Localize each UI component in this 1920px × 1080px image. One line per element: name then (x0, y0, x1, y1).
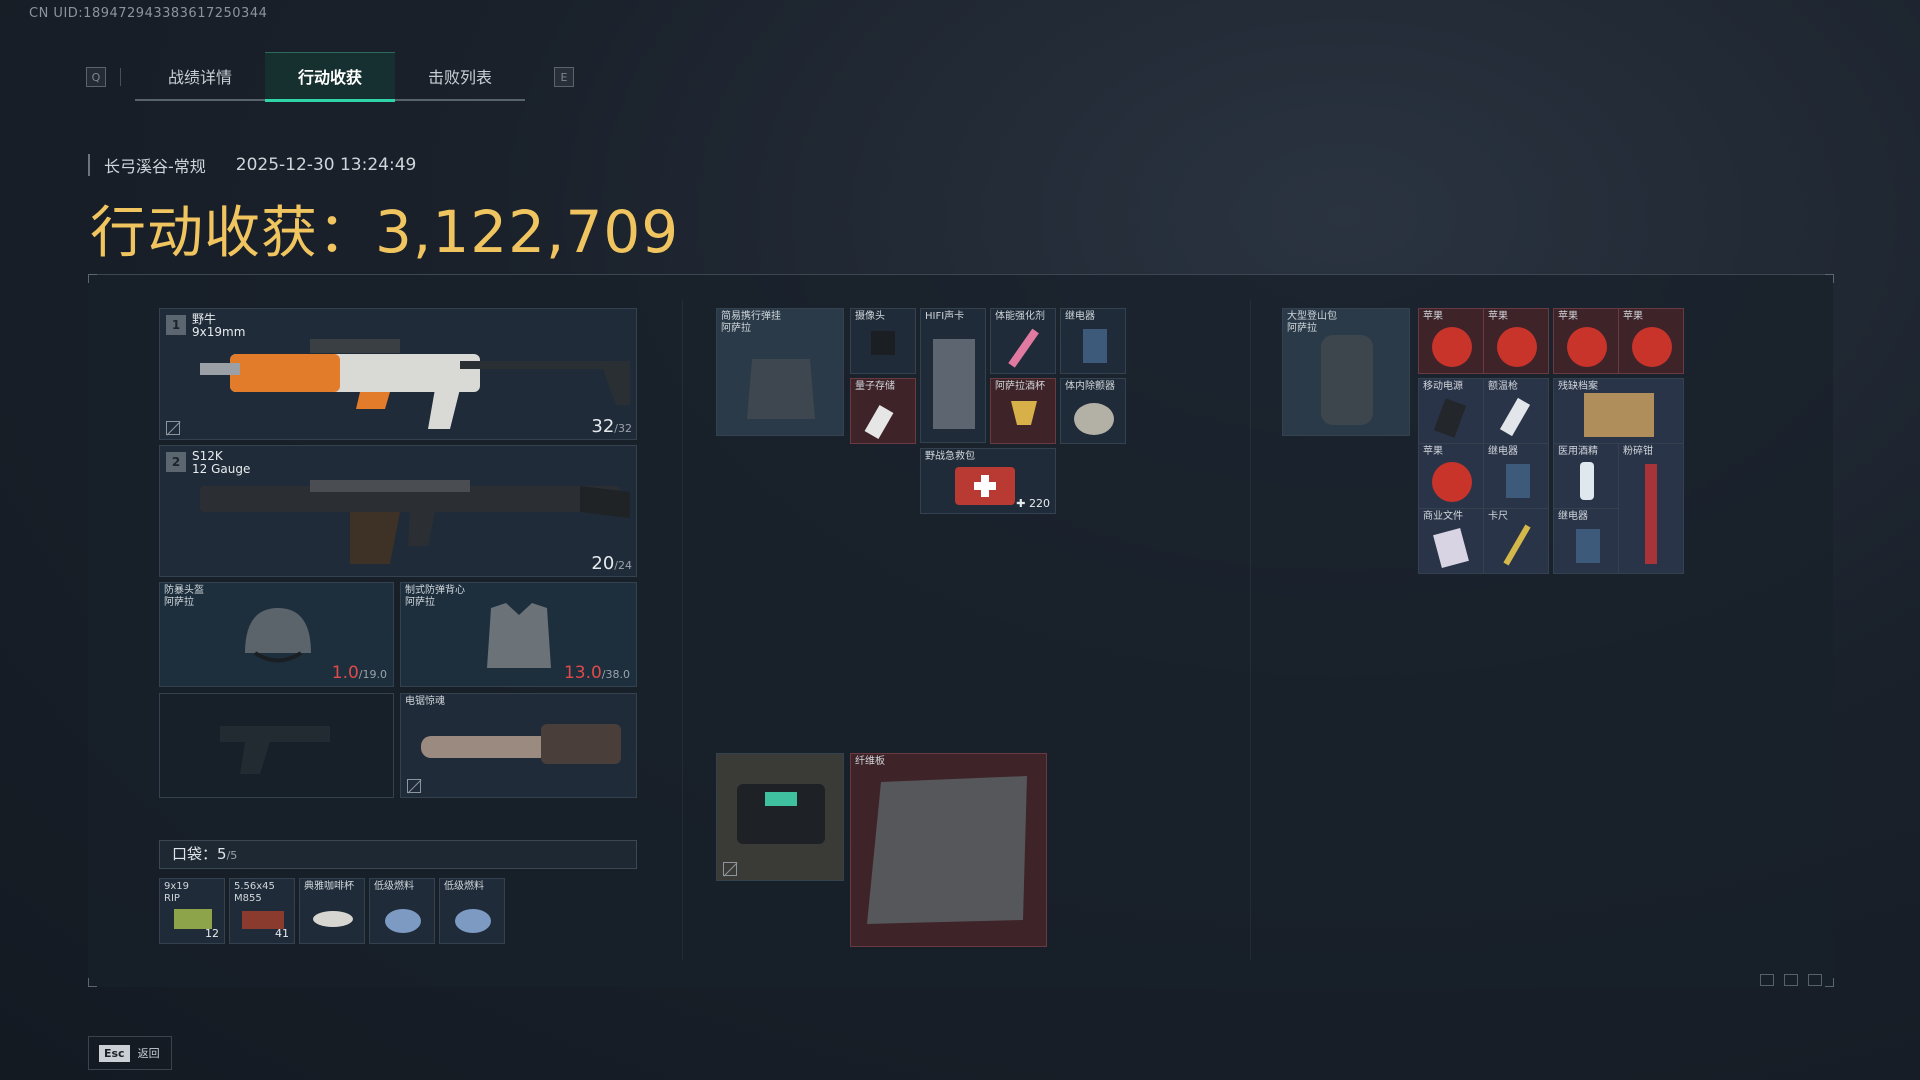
chainsaw-icon (421, 724, 621, 764)
rig-slot[interactable]: 简易携行弹挂 阿萨拉 (716, 308, 844, 436)
secure-item[interactable]: 纤维板 (850, 753, 1047, 947)
total-value: 行动收获：3,122,709 (90, 188, 679, 269)
armor-durability: 13.0/38.0 (563, 663, 630, 683)
backpack-item[interactable]: 移动电源 (1418, 378, 1484, 444)
sound-card-icon (933, 339, 975, 429)
rig-item[interactable]: 量子存储 (850, 378, 916, 444)
business-file-icon (1433, 527, 1469, 569)
esc-key: Esc (99, 1044, 130, 1062)
tab-bar: Q 战绩详情 行动收获 击败列表 E (86, 52, 574, 102)
item-count: ✚ 220 (1016, 497, 1050, 510)
storage-drive-icon (864, 405, 894, 439)
backpack-item[interactable]: 卡尺 (1483, 508, 1549, 574)
helmet-slot[interactable]: 防暴头盔 阿萨拉 1.0/19.0 (159, 582, 394, 687)
apple-icon (1567, 327, 1607, 367)
syringe-icon (1008, 328, 1039, 368)
ammo-box-icon (242, 911, 284, 929)
backpack-item[interactable]: 商业文件 (1418, 508, 1484, 574)
relay-icon (1576, 529, 1600, 563)
rig-item[interactable]: 体内除颤器 (1060, 378, 1126, 444)
rig-item[interactable]: 摄像头 (850, 308, 916, 374)
fuel-can-icon (385, 909, 421, 933)
power-bank-icon (1433, 398, 1467, 438)
rig-item[interactable]: HIFI声卡 (920, 308, 986, 443)
fuel-can-icon (455, 909, 491, 933)
prev-tab-key[interactable]: Q (86, 67, 106, 87)
backpack-slot[interactable]: 大型登山包 阿萨拉 (1282, 308, 1410, 436)
apple-icon (1432, 462, 1472, 502)
chest-rig-icon (747, 359, 815, 419)
tab-record-details[interactable]: 战绩详情 (135, 53, 265, 101)
pocket-item[interactable]: 9x19 RIP 12 (159, 878, 225, 944)
map-name: 长弓溪谷-常规 (104, 157, 206, 176)
ammo-box-icon (174, 909, 212, 929)
uid-label: CN UID:1894729433836172503​44 (29, 6, 268, 21)
caliper-icon (1503, 524, 1531, 566)
bolt-cutter-icon (1645, 464, 1657, 564)
pocket-item[interactable]: 低级燃料 (439, 878, 505, 944)
thermometer-gun-icon (1499, 397, 1531, 437)
fiberboard-icon (867, 776, 1027, 924)
shotgun-icon (200, 480, 630, 564)
unlocked-icon (166, 421, 180, 435)
document-icon (1584, 393, 1654, 437)
alcohol-bottle-icon (1580, 462, 1594, 500)
weapon-slot-1[interactable]: 1 野牛 9x19mm 32/32 (159, 308, 637, 440)
back-button[interactable]: Esc 返回 (88, 1036, 172, 1070)
helmet-durability: 1.0/19.0 (331, 663, 387, 683)
smg-icon (200, 339, 630, 429)
pocket-item[interactable]: 典雅咖啡杯 (299, 878, 365, 944)
rig-item[interactable]: 继电器 (1060, 308, 1126, 374)
pocket-item[interactable]: 5.56x45 M855 41 (229, 878, 295, 944)
session-info: 长弓溪谷-常规 2025-12-30 13:24:49 (88, 153, 416, 177)
apple-icon (1497, 327, 1537, 367)
backpack-item[interactable]: 残缺档案 (1553, 378, 1684, 444)
pistol-placeholder-icon (220, 726, 330, 774)
relay-icon (1083, 329, 1107, 363)
pocket-header: 口袋：5/5 (159, 840, 637, 869)
backpack-item[interactable]: 苹果 (1553, 308, 1619, 374)
rig-item[interactable]: 体能强化剂 (990, 308, 1056, 374)
backpack-item[interactable]: 额温枪 (1483, 378, 1549, 444)
backpack-item[interactable]: 粉碎钳 (1618, 443, 1684, 574)
backpack-item[interactable]: 苹果 (1418, 443, 1484, 509)
melee-slot[interactable]: 电锯惊魂 (400, 693, 637, 798)
next-tab-key[interactable]: E (554, 67, 574, 87)
total-label: 行动收获： (90, 201, 375, 266)
backpack-item[interactable]: 医用酒精 (1553, 443, 1619, 509)
back-label: 返回 (137, 1047, 160, 1060)
armor-slot[interactable]: 制式防弹背心 阿萨拉 13.0/38.0 (400, 582, 637, 687)
relay-icon (1506, 464, 1530, 498)
unlocked-icon (407, 779, 421, 793)
pocket-item[interactable]: 低级燃料 (369, 878, 435, 944)
rig-item[interactable]: 阿萨拉酒杯 (990, 378, 1056, 444)
tab-action-harvest[interactable]: 行动收获 (265, 52, 395, 102)
pistol-slot[interactable] (159, 693, 394, 798)
backpack-item[interactable]: 继电器 (1553, 508, 1619, 574)
backpack-item[interactable]: 苹果 (1483, 308, 1549, 374)
apple-icon (1632, 327, 1672, 367)
ammo-count: 32/32 (591, 416, 632, 437)
apple-icon (1432, 327, 1472, 367)
camera-icon (871, 331, 895, 355)
defibrillator-icon (1074, 403, 1114, 435)
rig-item[interactable]: 野战急救包 ✚ 220 (920, 448, 1056, 514)
backpack-icon (1321, 335, 1373, 425)
ammo-count: 20/24 (591, 553, 632, 574)
backpack-item[interactable]: 苹果 (1618, 308, 1684, 374)
goblet-icon (1011, 401, 1037, 425)
backpack-item[interactable]: 苹果 (1418, 308, 1484, 374)
timestamp: 2025-12-30 13:24:49 (235, 155, 417, 175)
secure-case-slot[interactable] (716, 753, 844, 881)
tab-kill-list[interactable]: 击败列表 (395, 53, 525, 101)
unlocked-icon (723, 862, 737, 876)
coffee-cup-icon (313, 911, 353, 927)
backpack-item[interactable]: 继电器 (1483, 443, 1549, 509)
weapon-slot-2[interactable]: 2 S12K 12 Gauge 20/24 (159, 445, 637, 577)
total-number: 3,122,709 (375, 198, 680, 266)
